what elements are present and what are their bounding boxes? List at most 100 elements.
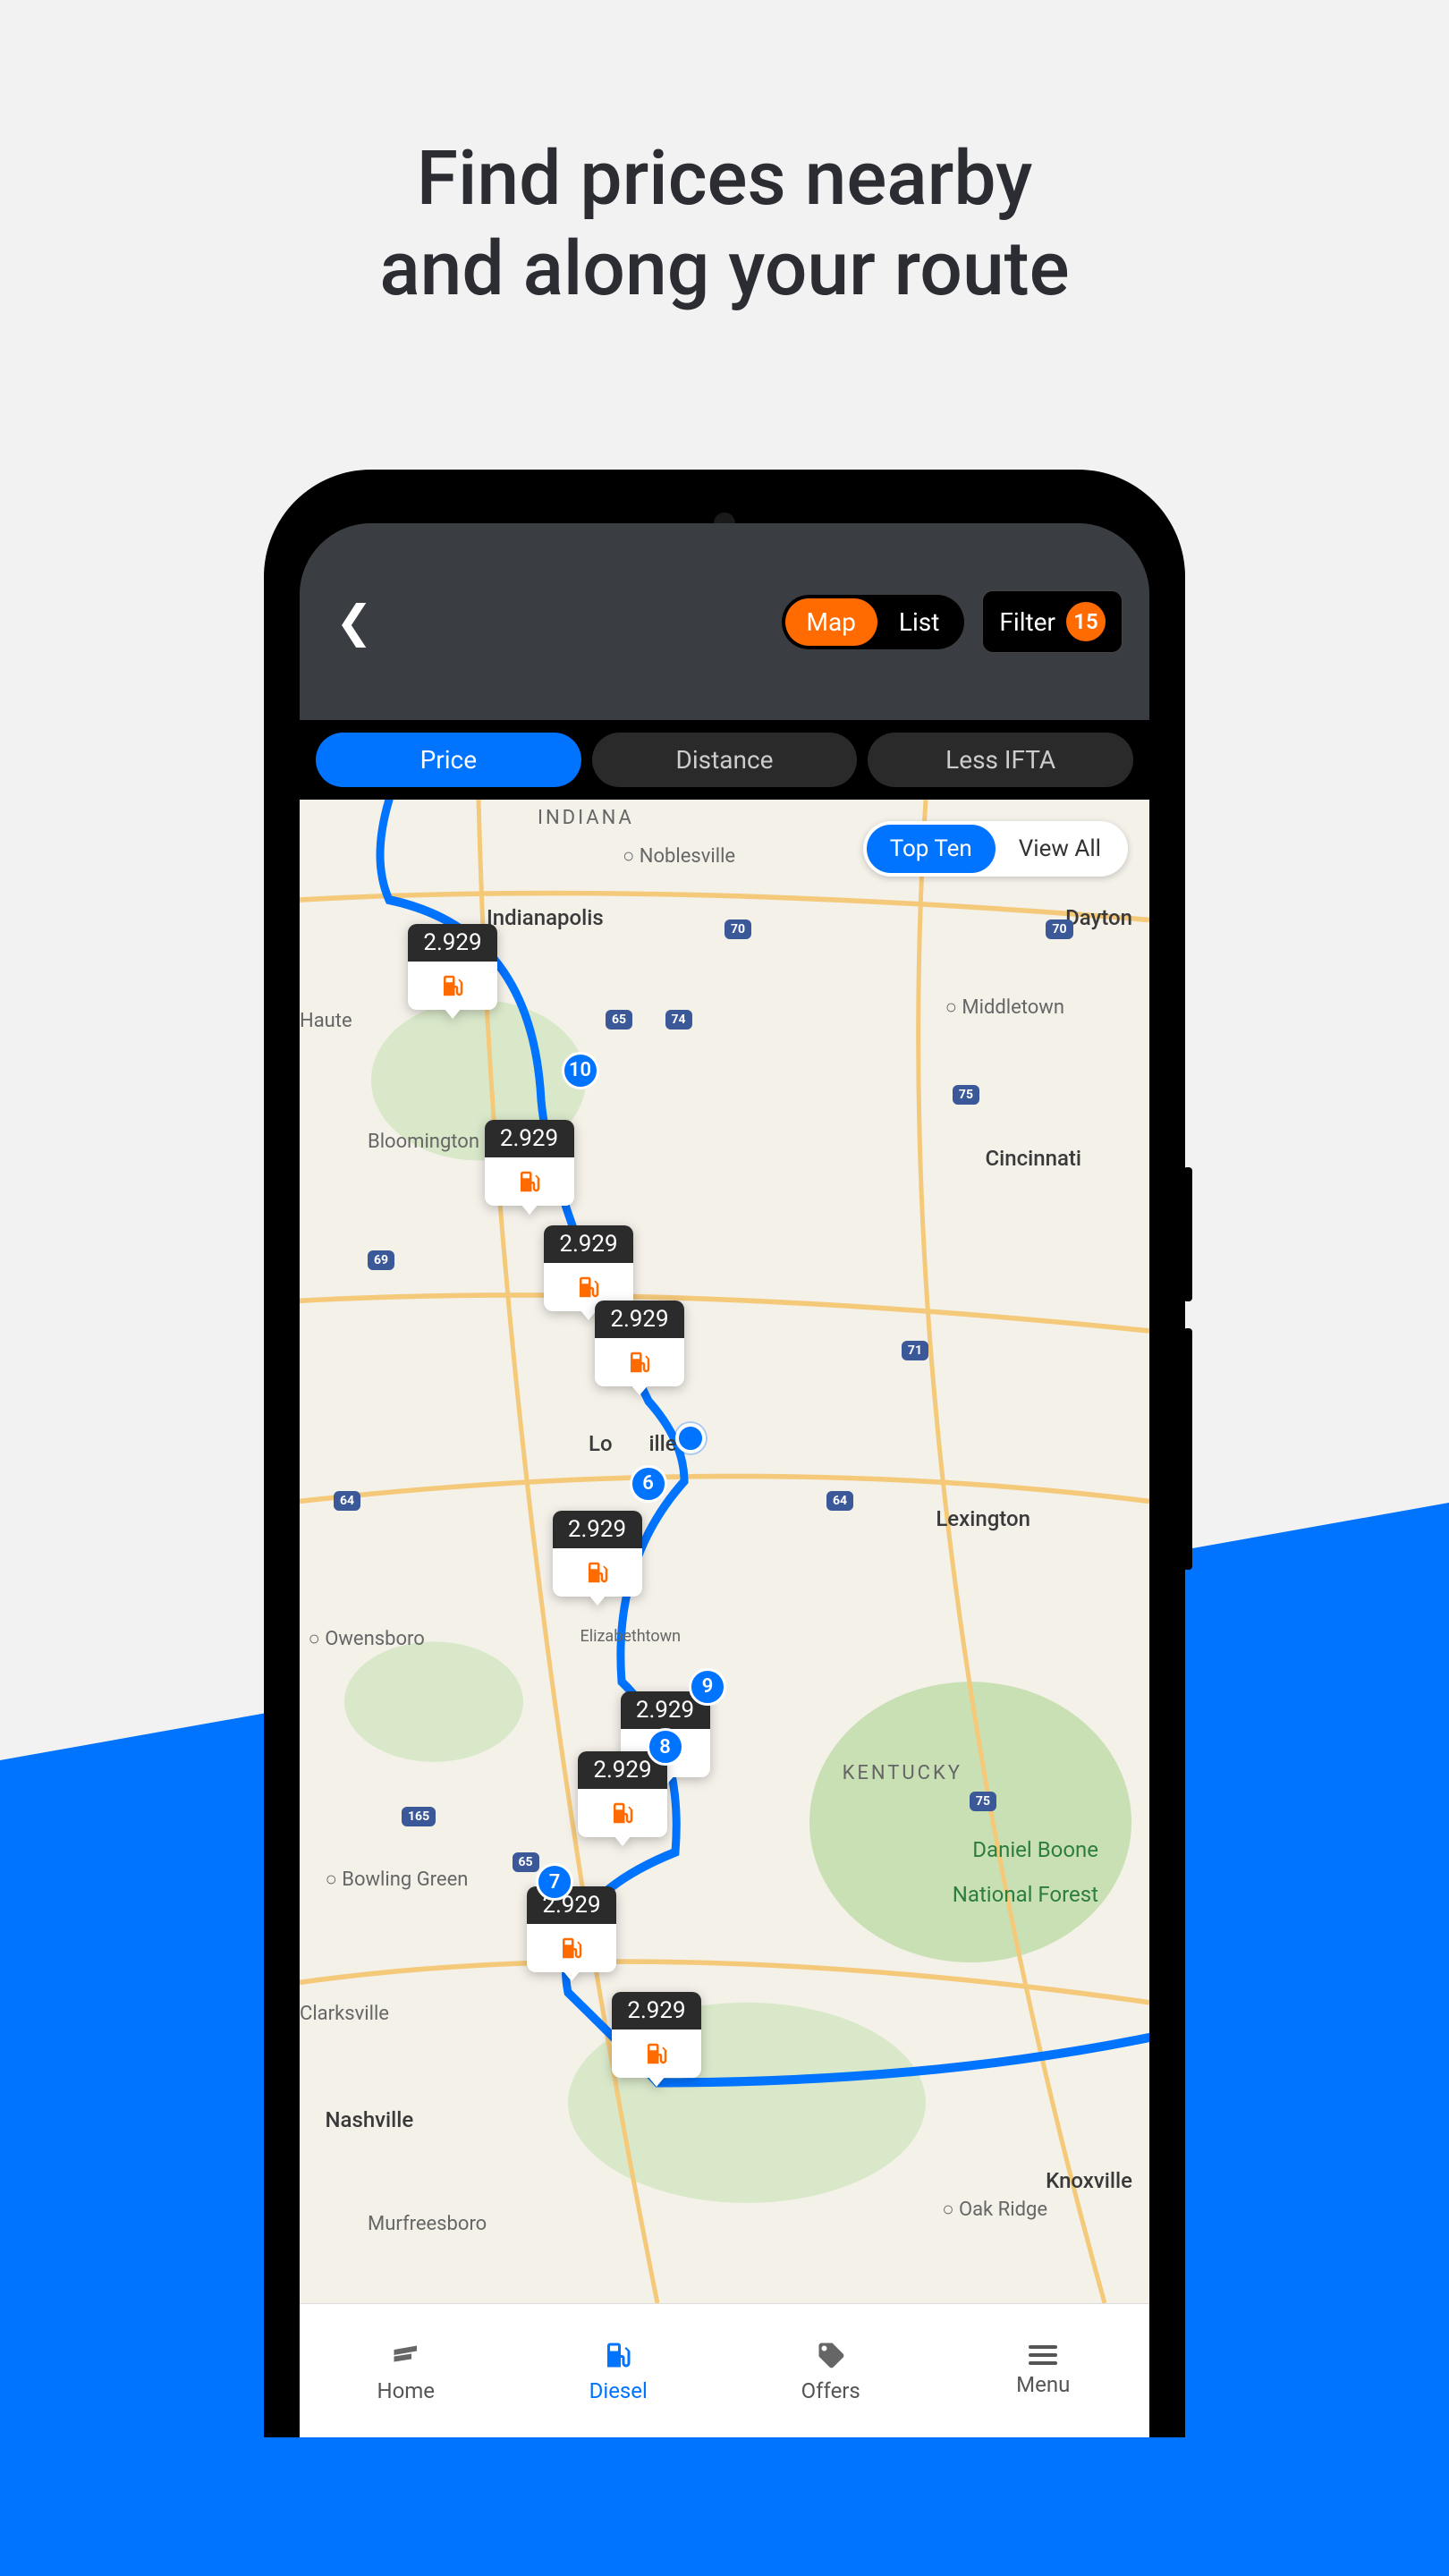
view-mode-toggle: Map List <box>782 595 965 649</box>
map-label-city: Looooille <box>589 1431 677 1456</box>
marker-body <box>485 1157 574 1206</box>
home-icon <box>390 2339 422 2371</box>
filter-button[interactable]: Filter 15 <box>982 590 1123 653</box>
fuel-price-marker[interactable]: 2.929 <box>595 1301 684 1386</box>
highway-shield-icon: 64 <box>826 1491 853 1511</box>
app-topbar: ❮ Map List Filter 15 <box>300 523 1149 720</box>
nav-label: Home <box>377 2378 435 2403</box>
sort-ifta-tab[interactable]: Less IFTA <box>868 733 1133 787</box>
price-value: 2.929 <box>553 1511 642 1548</box>
map-view-tab[interactable]: Map <box>785 598 877 646</box>
cluster-badge[interactable]: 9 <box>689 1668 726 1706</box>
map-label-city: Nashville <box>326 2107 414 2132</box>
map-label-state: INDIANA <box>538 807 634 829</box>
phone-frame: ❮ Map List Filter 15 Price Distance Less… <box>264 470 1185 2437</box>
map-label: Haute <box>300 1010 352 1032</box>
highway-shield-icon: 75 <box>970 1792 996 1811</box>
sort-bar: Price Distance Less IFTA <box>300 720 1149 800</box>
marker-body <box>553 1548 642 1597</box>
price-value: 2.929 <box>612 1992 701 2029</box>
cluster-badge[interactable]: 6 <box>630 1465 667 1503</box>
current-location-dot <box>675 1423 706 1453</box>
map-background <box>300 800 1149 2303</box>
phone-side-button <box>1183 1167 1192 1301</box>
nav-offers[interactable]: Offers <box>724 2304 937 2437</box>
marker-body <box>612 2029 701 2078</box>
fuel-price-marker[interactable]: 2.929 <box>544 1225 633 1311</box>
fuel-pump-icon <box>558 1935 585 1962</box>
sort-distance-tab[interactable]: Distance <box>592 733 858 787</box>
highway-shield-icon: 69 <box>368 1250 394 1270</box>
fuel-pump-icon <box>584 1559 611 1586</box>
highway-shield-icon: 71 <box>902 1341 928 1360</box>
fuel-price-marker[interactable]: 2.929 <box>527 1886 616 1972</box>
marker-body <box>527 1924 616 1972</box>
fuel-price-marker[interactable]: 2.929 <box>578 1751 667 1837</box>
highway-shield-icon: 70 <box>724 919 751 939</box>
fuel-price-marker[interactable]: 2.929 <box>553 1511 642 1597</box>
map-label-forest: National Forest <box>953 1882 1098 1907</box>
map-label-forest: Daniel Boone <box>972 1837 1098 1862</box>
marker-body <box>578 1789 667 1837</box>
tag-icon <box>815 2339 847 2371</box>
fuel-price-marker[interactable]: 2.929 <box>612 1992 701 2078</box>
phone-side-button <box>1183 1328 1192 1570</box>
sort-price-tab[interactable]: Price <box>316 733 581 787</box>
map-label: Clarksville <box>300 2003 389 2025</box>
fuel-pump-icon <box>626 1349 653 1376</box>
map-label: Bloomington <box>368 1131 479 1153</box>
nav-home[interactable]: Home <box>300 2304 513 2437</box>
nav-menu[interactable]: Menu <box>937 2304 1150 2437</box>
price-value: 2.929 <box>544 1225 633 1263</box>
fuel-price-marker[interactable]: 2.929 <box>485 1120 574 1206</box>
menu-icon <box>1029 2345 1057 2365</box>
map-label-city: Indianapolis <box>487 905 604 930</box>
highway-shield-icon: 70 <box>1046 919 1072 939</box>
highway-shield-icon: 75 <box>953 1085 979 1105</box>
price-value: 2.929 <box>485 1120 574 1157</box>
map-label: ○ Oak Ridge <box>942 2198 1047 2221</box>
fuel-pump-icon <box>439 972 466 999</box>
price-value: 2.929 <box>408 924 497 962</box>
map-label-state: KENTUCKY <box>843 1762 962 1784</box>
top-ten-tab[interactable]: Top Ten <box>867 825 996 873</box>
highway-shield-icon: 64 <box>334 1491 360 1511</box>
map-view[interactable]: INDIANA ○ Noblesville Indianapolis Dayto… <box>300 800 1149 2303</box>
list-view-tab[interactable]: List <box>877 598 962 646</box>
map-label-city: Lexington <box>936 1506 1030 1531</box>
map-label-city: Dayton <box>1065 905 1132 930</box>
map-label: ○ Noblesville <box>623 844 735 868</box>
map-label: Murfreesboro <box>368 2213 487 2235</box>
back-button[interactable]: ❮ <box>326 587 382 657</box>
cluster-badge[interactable]: 8 <box>647 1728 684 1766</box>
headline-line-2: and along your route <box>0 225 1449 315</box>
filter-count-badge: 15 <box>1066 602 1106 641</box>
phone-screen: ❮ Map List Filter 15 Price Distance Less… <box>300 523 1149 2437</box>
fuel-pump-icon <box>516 1168 543 1195</box>
fuel-pump-icon <box>609 1800 636 1826</box>
results-scope-toggle: Top Ten View All <box>863 821 1128 877</box>
map-label: ○ Bowling Green <box>326 1868 469 1891</box>
fuel-pump-icon <box>575 1274 602 1301</box>
highway-shield-icon: 74 <box>665 1010 692 1030</box>
map-label: ○ Owensboro <box>309 1627 425 1650</box>
view-all-tab[interactable]: View All <box>996 825 1124 873</box>
map-label: Elizabethtown <box>580 1627 682 1646</box>
highway-shield-icon: 65 <box>606 1010 632 1030</box>
nav-label: Offers <box>801 2378 860 2403</box>
map-label-city: Cincinnati <box>985 1146 1081 1171</box>
nav-label: Diesel <box>589 2378 648 2403</box>
nav-diesel[interactable]: Diesel <box>513 2304 725 2437</box>
marker-body <box>408 962 497 1010</box>
headline-line-1: Find prices nearby <box>0 134 1449 225</box>
cluster-badge[interactable]: 10 <box>562 1052 599 1089</box>
fuel-price-marker[interactable]: 2.929 <box>408 924 497 1010</box>
bottom-nav: Home Diesel Offers Menu <box>300 2303 1149 2437</box>
fuel-pump-icon <box>602 2339 634 2371</box>
nav-label: Menu <box>1016 2372 1070 2397</box>
cluster-badge[interactable]: 7 <box>536 1863 573 1901</box>
filter-label: Filter <box>999 607 1055 637</box>
fuel-pump-icon <box>643 2040 670 2067</box>
promo-headline: Find prices nearby and along your route <box>0 134 1449 315</box>
map-label-city: Knoxville <box>1046 2168 1132 2193</box>
